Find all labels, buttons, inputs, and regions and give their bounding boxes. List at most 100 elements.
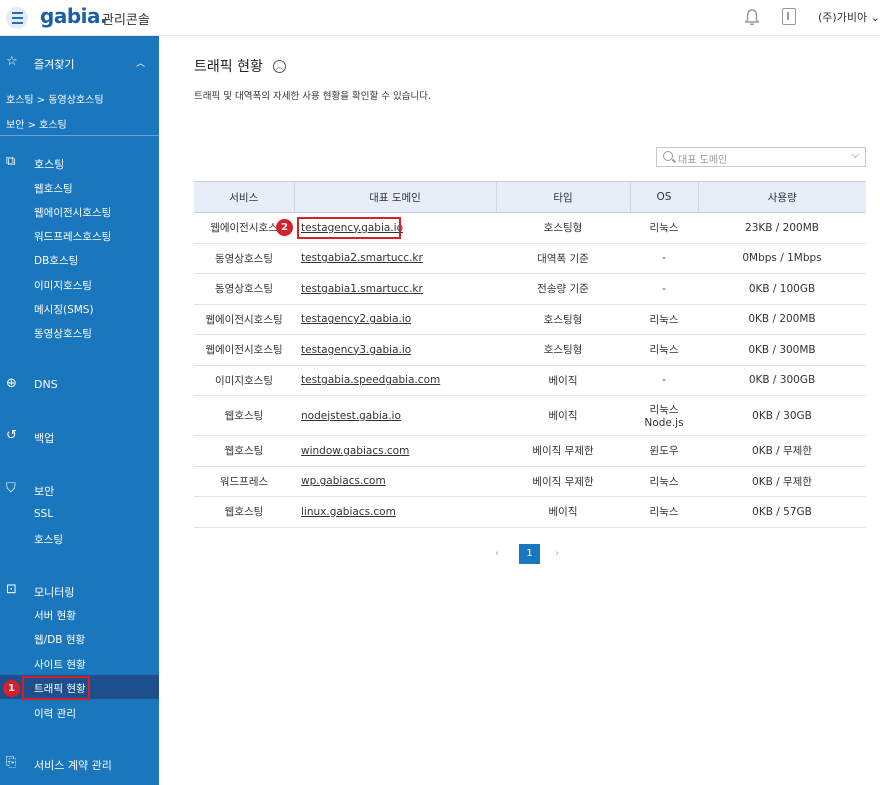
domain-link[interactable]: testagency3.gabia.io <box>301 344 411 356</box>
console-title: 관리콘솔 <box>102 13 150 28</box>
cell-os: 리눅스 <box>630 304 698 335</box>
table-row: 웹호스팅 window.gabiacs.com 베이직 무제한 윈도우 0KB … <box>194 435 866 467</box>
table-row: 동영상호스팅 testgabia2.smartucc.kr 대역폭 기준 - 0… <box>194 243 866 274</box>
page-number-current[interactable]: 1 <box>519 544 540 564</box>
domain-link[interactable]: window.gabiacs.com <box>301 445 409 457</box>
table-header-row: 서비스 대표 도메인 타입 OS 사용량 <box>194 181 866 213</box>
domain-link[interactable]: testgabia2.smartucc.kr <box>301 252 423 264</box>
cell-type: 호스팅형 <box>496 304 630 335</box>
sidebar-item-server-status[interactable]: 서버 현황 <box>0 608 159 623</box>
table-row: 워드프레스 wp.gabiacs.com 베이직 무제한 리눅스 0KB / 무… <box>194 466 866 497</box>
cell-usage: 0KB / 200MB <box>698 304 866 335</box>
sidebar-section-security[interactable]: ⛉ 보안 <box>0 481 159 499</box>
domain-link[interactable]: testgabia.speedgabia.com <box>301 374 440 386</box>
cell-domain: testgabia1.smartucc.kr <box>294 273 496 305</box>
bell-icon[interactable] <box>744 8 760 26</box>
shield-icon: ⛉ <box>6 481 16 496</box>
table-row: 웹호스팅 linux.gabiacs.com 베이직 리눅스 0KB / 57G… <box>194 496 866 528</box>
hosting-icon: ⧉ <box>6 154 16 169</box>
sidebar-favorites[interactable]: ☆ 즐겨찾기 ︿ <box>0 54 159 72</box>
table-row: 웹에이전시호스팅 testagency3.gabia.io 호스팅형 리눅스 0… <box>194 334 866 366</box>
cell-usage: 0KB / 300MB <box>698 334 866 366</box>
os-runtime: Node.js <box>644 417 684 429</box>
cell-os: - <box>630 243 698 274</box>
column-header-type: 타입 <box>496 181 631 213</box>
sidebar-item-db-hosting[interactable]: DB호스팅 <box>0 253 159 268</box>
monitor-icon: ⊡ <box>6 582 17 597</box>
sidebar-section-contract[interactable]: ⎘ 서비스 계약 관리 <box>0 755 159 773</box>
cell-os: 리눅스 <box>630 466 698 497</box>
column-header-usage: 사용량 <box>698 181 866 213</box>
user-menu[interactable]: (주)가비아 ⌄ <box>818 9 880 25</box>
column-header-domain: 대표 도메인 <box>294 181 497 213</box>
highlight-box-domain-link <box>297 217 401 239</box>
cell-os: 리눅스 <box>630 334 698 366</box>
domain-link[interactable]: testagency2.gabia.io <box>301 313 411 325</box>
sidebar-item-wordpress-hosting[interactable]: 워드프레스호스팅 <box>0 229 159 244</box>
prev-page-button[interactable]: ‹ <box>495 548 499 559</box>
sidebar-item-image-hosting[interactable]: 이미지호스팅 <box>0 278 159 293</box>
search-icon <box>663 151 673 161</box>
cell-service: 웹호스팅 <box>194 395 294 436</box>
domain-filter-select[interactable]: 대표 도메인 ⌵ <box>656 147 866 167</box>
sidebar: ☆ 즐겨찾기 ︿ 호스팅 > 동영상호스팅 보안 > 호스팅 ⧉ 호스팅 웹호스… <box>0 36 159 785</box>
cell-usage: 0KB / 무제한 <box>698 466 866 497</box>
domain-link[interactable]: linux.gabiacs.com <box>301 506 396 518</box>
highlight-box-traffic-menu <box>22 676 90 700</box>
sidebar-item-ssl[interactable]: SSL <box>0 508 159 520</box>
sidebar-section-dns[interactable]: ⊕ DNS <box>0 376 159 392</box>
cell-os: 윈도우 <box>630 435 698 467</box>
star-icon: ☆ <box>6 54 18 69</box>
domain-link[interactable]: testgabia1.smartucc.kr <box>301 283 423 295</box>
favorite-link-security-hosting[interactable]: 보안 > 호스팅 <box>0 116 159 131</box>
cell-usage: 0KB / 300GB <box>698 365 866 396</box>
table-row: 웹에이전시호스 testagency.gabia.io 호스팅형 리눅스 23K… <box>194 212 866 244</box>
sidebar-item-web-agency-hosting[interactable]: 웹에이전시호스팅 <box>0 205 159 220</box>
cell-usage: 0KB / 100GB <box>698 273 866 305</box>
contract-icon: ⎘ <box>6 755 17 770</box>
column-header-os: OS <box>630 181 699 213</box>
domain-link[interactable]: nodejstest.gabia.io <box>301 410 401 422</box>
collapse-toggle-icon[interactable]: ︿ <box>273 60 286 73</box>
sidebar-section-monitoring[interactable]: ⊡ 모니터링 <box>0 582 159 600</box>
step-badge-1: 1 <box>3 680 20 697</box>
notice-icon[interactable] <box>782 8 796 25</box>
cell-os: 리눅스 Node.js <box>630 395 698 436</box>
cell-type: 호스팅형 <box>496 334 630 366</box>
cell-usage: 0KB / 무제한 <box>698 435 866 467</box>
cell-service: 이미지호스팅 <box>194 365 294 396</box>
sidebar-item-video-hosting[interactable]: 동영상호스팅 <box>0 326 159 341</box>
sidebar-section-backup[interactable]: ↺ 백업 <box>0 429 159 446</box>
step-badge-2: 2 <box>276 219 293 236</box>
cell-type: 대역폭 기준 <box>496 243 630 274</box>
sidebar-item-site-status[interactable]: 사이트 현황 <box>0 657 159 672</box>
cell-service: 웹에이전시호스팅 <box>194 334 294 366</box>
menu-icon[interactable] <box>6 7 28 29</box>
chevron-down-icon: ⌄ <box>870 11 880 24</box>
cell-service: 웹에이전시호스팅 <box>194 304 294 335</box>
sidebar-item-web-hosting[interactable]: 웹호스팅 <box>0 181 159 196</box>
cell-os: 리눅스 <box>630 496 698 528</box>
table-row: 이미지호스팅 testgabia.speedgabia.com 베이직 - 0K… <box>194 365 866 396</box>
cell-domain: wp.gabiacs.com <box>294 466 496 497</box>
cell-type: 베이직 <box>496 496 630 528</box>
cell-usage: 0KB / 30GB <box>698 395 866 436</box>
globe-icon: ⊕ <box>6 376 17 391</box>
cell-usage: 0Mbps / 1Mbps <box>698 243 866 274</box>
sidebar-item-sms[interactable]: 메시징(SMS) <box>0 302 159 317</box>
domain-link[interactable]: wp.gabiacs.com <box>301 475 386 487</box>
gabia-logo[interactable]: gabia. <box>40 4 108 28</box>
cell-os: - <box>630 365 698 396</box>
favorite-link-video-hosting[interactable]: 호스팅 > 동영상호스팅 <box>0 91 159 106</box>
next-page-button[interactable]: › <box>555 548 559 559</box>
cell-service: 동영상호스팅 <box>194 243 294 274</box>
cell-type: 호스팅형 <box>496 212 630 244</box>
cell-usage: 23KB / 200MB <box>698 212 866 244</box>
table-row: 웹에이전시호스팅 testagency2.gabia.io 호스팅형 리눅스 0… <box>194 304 866 335</box>
sidebar-item-web-db-status[interactable]: 웹/DB 현황 <box>0 632 159 647</box>
cell-service: 웹호스팅 <box>194 435 294 467</box>
chevron-up-icon[interactable]: ︿ <box>136 56 145 69</box>
page-title: 트래픽 현황 <box>194 59 263 75</box>
sidebar-section-hosting[interactable]: ⧉ 호스팅 <box>0 154 159 172</box>
sidebar-item-history[interactable]: 이력 관리 <box>0 706 159 721</box>
